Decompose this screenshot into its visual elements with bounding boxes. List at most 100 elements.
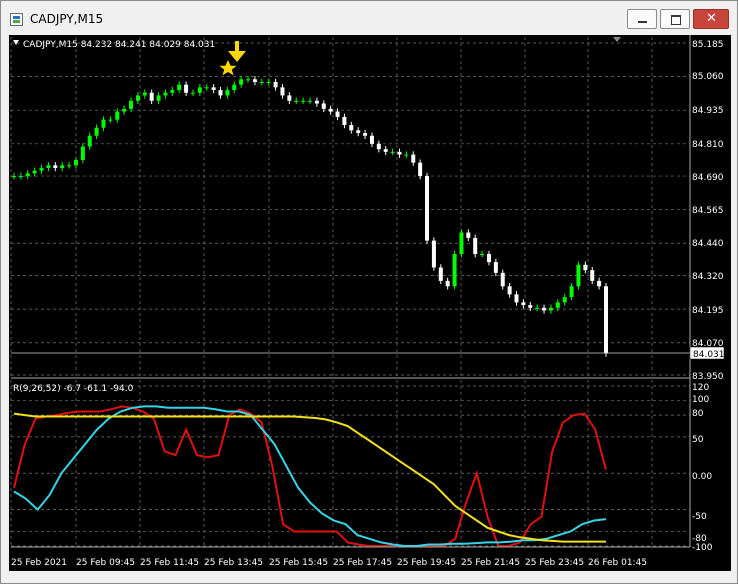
price-label: 85.185 bbox=[692, 40, 724, 50]
candle-body bbox=[87, 135, 92, 147]
candle-body bbox=[39, 168, 44, 171]
candle-body bbox=[425, 176, 430, 241]
candle-body bbox=[590, 270, 595, 281]
candle-body bbox=[287, 95, 292, 101]
price-label: 84.320 bbox=[692, 272, 724, 282]
candle-body bbox=[301, 100, 306, 102]
candle-body bbox=[80, 146, 85, 160]
main-grid bbox=[10, 37, 690, 376]
candle-body bbox=[493, 262, 498, 273]
candle-body bbox=[308, 100, 312, 102]
candle-body bbox=[452, 254, 457, 287]
price-axis-labels: 85.185 85.060 84.935 84.810 84.690 84.56… bbox=[692, 40, 724, 382]
star-marker-icon bbox=[219, 60, 237, 76]
chart-area[interactable]: 84.031 CADJPY,M15 84.232 84.241 84.029 8… bbox=[9, 35, 731, 571]
candle-body bbox=[500, 272, 505, 287]
candle-body bbox=[383, 149, 388, 152]
price-label: 84.935 bbox=[692, 106, 724, 116]
level-label: -50 bbox=[692, 512, 707, 522]
current-price-label: 84.031 bbox=[693, 350, 725, 360]
candle-body bbox=[528, 305, 533, 308]
price-label: 84.070 bbox=[692, 339, 724, 349]
candle-body bbox=[507, 286, 512, 295]
candle-body bbox=[239, 79, 244, 85]
window-title: CADJPY,M15 bbox=[30, 12, 104, 26]
level-label: 80 bbox=[692, 409, 704, 419]
candle-body bbox=[156, 95, 161, 101]
candles bbox=[12, 76, 608, 357]
minimize-button[interactable] bbox=[627, 9, 657, 29]
chart-window-icon bbox=[10, 13, 23, 26]
time-label: 25 Feb 15:45 bbox=[269, 558, 328, 568]
candle-body bbox=[342, 116, 347, 125]
candle-body bbox=[12, 176, 16, 178]
time-label: 26 Feb 01:45 bbox=[588, 558, 647, 568]
candle-body bbox=[390, 151, 395, 153]
terminal-window: CADJPY,M15 ✕ 84.031 CADJPY,M15 84.232 84… bbox=[0, 0, 738, 584]
medium-line bbox=[13, 405, 607, 547]
candle-body bbox=[404, 154, 409, 156]
candle-body bbox=[273, 81, 278, 88]
price-label: 84.440 bbox=[692, 239, 724, 249]
fast-line bbox=[13, 405, 607, 547]
candle-body bbox=[473, 237, 478, 255]
price-label: 84.690 bbox=[692, 173, 724, 183]
candle-body bbox=[321, 103, 326, 109]
candle-body bbox=[418, 162, 423, 177]
candle-body bbox=[363, 133, 368, 136]
chart-menu-triangle-icon[interactable] bbox=[13, 40, 19, 45]
candle-body bbox=[177, 84, 182, 91]
arrow-marker-icon bbox=[228, 41, 246, 62]
shift-marker-icon[interactable] bbox=[613, 37, 621, 42]
time-label: 25 Feb 21:45 bbox=[461, 558, 520, 568]
candle-body bbox=[445, 280, 450, 287]
time-label: 25 Feb 2021 bbox=[11, 558, 67, 568]
candle-body bbox=[122, 108, 127, 112]
candle-body bbox=[211, 87, 216, 91]
time-label: 25 Feb 23:45 bbox=[525, 558, 584, 568]
chart-header: CADJPY,M15 84.232 84.241 84.029 84.031 bbox=[23, 40, 215, 50]
time-label: 25 Feb 19:45 bbox=[397, 558, 456, 568]
candle-body bbox=[25, 173, 30, 177]
title-bar[interactable]: CADJPY,M15 ✕ bbox=[1, 1, 737, 35]
candle-body bbox=[397, 151, 402, 155]
candle-body bbox=[555, 302, 560, 308]
candle-body bbox=[514, 294, 519, 303]
candle-body bbox=[328, 108, 333, 112]
candle-body bbox=[548, 307, 553, 311]
candle-body bbox=[32, 170, 37, 174]
candle-body bbox=[18, 176, 23, 178]
maximize-icon bbox=[671, 15, 681, 25]
candle-body bbox=[142, 92, 147, 96]
candle-body bbox=[431, 240, 436, 268]
candle-body bbox=[197, 87, 202, 93]
candle-body bbox=[218, 90, 223, 96]
candle-body bbox=[542, 307, 547, 311]
candle-body bbox=[576, 264, 581, 287]
candle-body bbox=[259, 81, 264, 83]
time-label: 25 Feb 09:45 bbox=[76, 558, 135, 568]
level-label: 100 bbox=[692, 395, 709, 405]
candle-body bbox=[225, 90, 230, 96]
close-button[interactable]: ✕ bbox=[693, 9, 729, 29]
candle-body bbox=[280, 87, 285, 96]
candle-body bbox=[349, 124, 354, 131]
maximize-button[interactable] bbox=[660, 9, 690, 29]
candle-body bbox=[521, 302, 526, 306]
candle-body bbox=[163, 92, 168, 96]
candle-body bbox=[562, 297, 567, 303]
price-label: 85.060 bbox=[692, 72, 724, 82]
candle-body bbox=[597, 280, 602, 287]
candle-body bbox=[480, 254, 485, 256]
candle-body bbox=[60, 165, 65, 169]
candle-body bbox=[294, 100, 299, 102]
candle-body bbox=[486, 254, 491, 263]
candle-body bbox=[583, 264, 588, 271]
time-axis-labels: 25 Feb 2021 25 Feb 09:45 25 Feb 11:45 25… bbox=[11, 558, 647, 568]
level-label: 0.00 bbox=[692, 472, 712, 482]
level-label: 120 bbox=[692, 383, 709, 393]
candle-body bbox=[252, 79, 257, 82]
candle-body bbox=[129, 100, 134, 109]
price-chart[interactable]: 84.031 CADJPY,M15 84.232 84.241 84.029 8… bbox=[9, 35, 731, 571]
price-label: 84.565 bbox=[692, 206, 724, 216]
